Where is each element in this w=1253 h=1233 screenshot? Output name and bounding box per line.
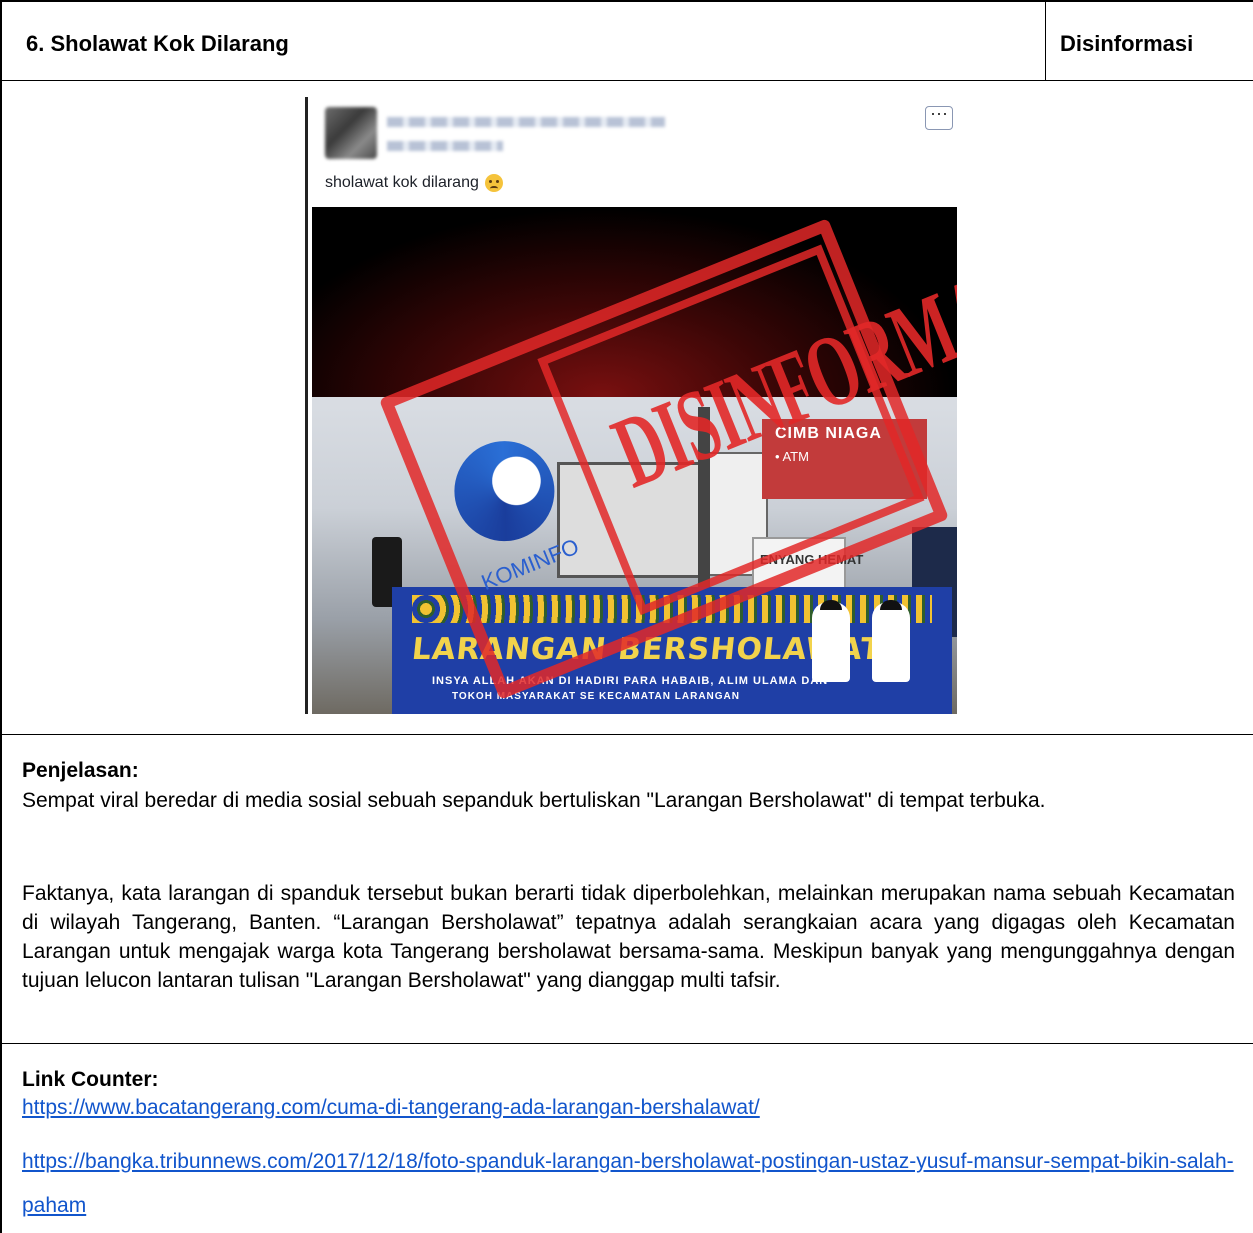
border-left: [0, 0, 2, 1233]
fact-check-table: 6. Sholawat Kok Dilarang Disinformasi ⋯ …: [0, 0, 1253, 1233]
blurred-username: [387, 117, 665, 127]
avatar: [325, 107, 377, 159]
counter-link-2[interactable]: https://bangka.tribunnews.com/2017/12/18…: [22, 1140, 1247, 1228]
post-photo: CIMB NIAGA • ATM ENYANG HEMAT LARANGAN B…: [312, 207, 957, 714]
sad-emoji-icon: [484, 174, 503, 192]
kominfo-logo-text: KOMINFO: [477, 533, 583, 596]
border-header-bottom: [0, 80, 1253, 81]
banner-person-2: [872, 600, 910, 682]
more-options-icon: ⋯: [925, 105, 953, 130]
link-counter-heading: Link Counter:: [22, 1068, 159, 1091]
social-post-screenshot: ⋯ sholawat kok dilarang CIMB NIAGA • ATM…: [305, 97, 957, 714]
blurred-timestamp: [387, 141, 503, 151]
kominfo-logo-icon: [439, 426, 570, 557]
border-header-divider: [1045, 0, 1046, 81]
banner-subtitle-2: TOKOH MASYARAKAT SE KECAMATAN LARANGAN: [452, 691, 740, 702]
border-explanation-bottom: [0, 1043, 1253, 1044]
explanation-heading: Penjelasan:: [22, 759, 139, 782]
border-top: [0, 0, 1253, 2]
item-title: 6. Sholawat Kok Dilarang: [26, 31, 289, 56]
banner-person-1: [812, 600, 850, 682]
verdict-label: Disinformasi: [1060, 31, 1194, 56]
explanation-paragraph-2: Faktanya, kata larangan di spanduk terse…: [22, 882, 1235, 992]
post-left-edge: [305, 97, 308, 714]
border-image-bottom: [0, 734, 1253, 735]
explanation-paragraph-1: Sempat viral beredar di media sosial seb…: [22, 789, 1046, 812]
counter-link-1[interactable]: https://www.bacatangerang.com/cuma-di-ta…: [22, 1096, 760, 1120]
post-caption: sholawat kok dilarang: [325, 174, 503, 192]
